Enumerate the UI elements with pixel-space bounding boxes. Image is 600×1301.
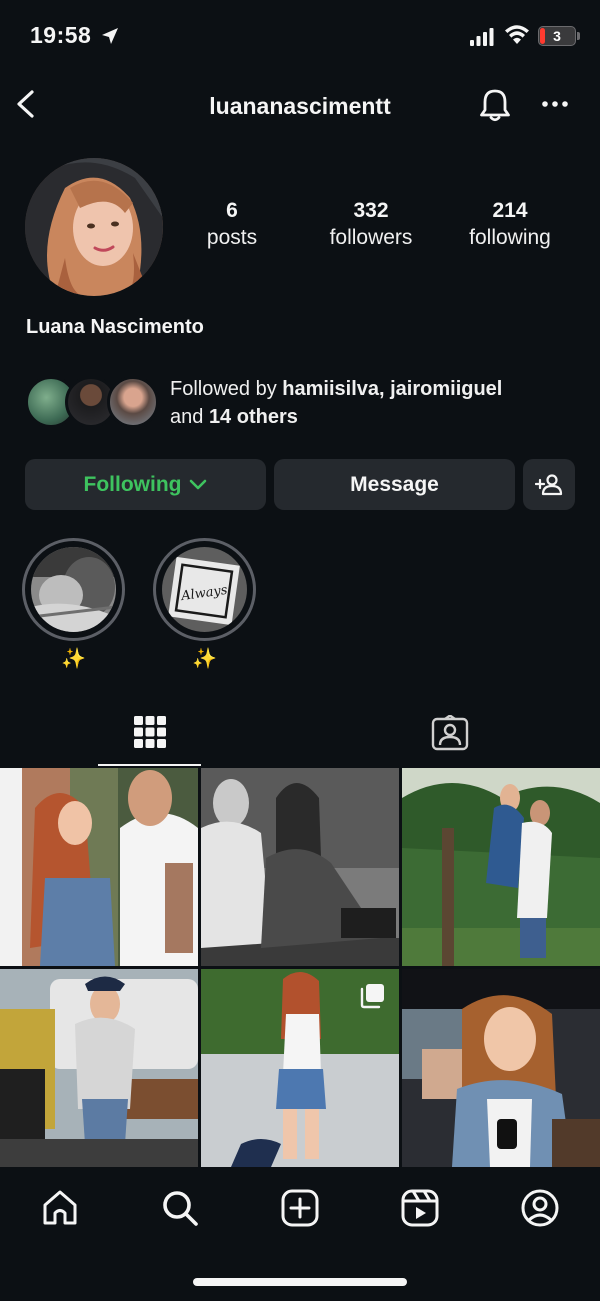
nav-create[interactable] xyxy=(278,1186,322,1230)
bell-icon[interactable] xyxy=(478,86,512,124)
followed-by-names: hamiisilva, jairomiiguel xyxy=(282,378,503,400)
tab-posts-grid[interactable] xyxy=(98,700,201,766)
signal-icon xyxy=(470,28,494,46)
highlight-2-label: ✨ xyxy=(192,648,217,670)
nav-reels[interactable] xyxy=(398,1186,442,1230)
home-icon xyxy=(43,1190,77,1225)
post-thumbnail-3[interactable] xyxy=(402,768,600,966)
wifi-icon xyxy=(505,25,529,44)
search-icon xyxy=(163,1191,198,1226)
battery-nub xyxy=(577,32,580,40)
status-bar: 19:58 3 xyxy=(0,0,600,72)
full-name: Luana Nascimento xyxy=(26,316,204,338)
battery-icon: 3 xyxy=(538,26,576,46)
chevron-down-icon xyxy=(190,479,207,489)
highlight-1-label: ✨ xyxy=(61,648,86,670)
create-icon xyxy=(281,1189,319,1227)
nav-profile[interactable] xyxy=(518,1186,562,1230)
post-thumbnail-5[interactable] xyxy=(201,969,399,1167)
tagged-icon xyxy=(431,715,469,751)
posts-grid xyxy=(0,768,600,1168)
battery-text: 3 xyxy=(553,28,561,44)
reels-icon xyxy=(401,1189,439,1227)
profile-tabs xyxy=(0,700,600,768)
stat-following[interactable]: 214 following xyxy=(450,198,570,252)
profile-icon xyxy=(521,1189,559,1227)
stat-posts[interactable]: 6 posts xyxy=(172,198,292,252)
post-thumbnail-4[interactable] xyxy=(0,969,198,1167)
avatar-photo xyxy=(25,158,163,296)
more-icon[interactable] xyxy=(540,92,570,116)
highlight-1[interactable] xyxy=(22,538,125,641)
tab-tagged[interactable] xyxy=(400,700,500,766)
followed-by-prefix: Followed by xyxy=(170,378,283,400)
add-user-icon xyxy=(535,473,563,495)
profile-avatar[interactable] xyxy=(25,158,163,296)
status-time: 19:58 xyxy=(30,22,92,48)
message-button[interactable]: Message xyxy=(274,459,515,510)
stat-followers[interactable]: 332 followers xyxy=(311,198,431,252)
highlight-2-cover: Always xyxy=(162,547,247,632)
posts-label: posts xyxy=(206,226,258,249)
home-indicator[interactable] xyxy=(193,1278,407,1286)
followed-by-text[interactable]: Followed by hamiisilva, jairomiiguel and… xyxy=(170,375,580,431)
post-thumbnail-6[interactable] xyxy=(402,969,600,1167)
following-label: following xyxy=(469,226,551,249)
nav-home[interactable] xyxy=(38,1186,82,1230)
location-arrow-icon xyxy=(102,28,118,44)
suggested-users-button[interactable] xyxy=(523,459,575,510)
followers-count: 332 xyxy=(353,199,389,222)
mutual-followers-avatars[interactable] xyxy=(25,376,160,428)
followers-label: followers xyxy=(329,226,413,249)
followed-by-middle: and xyxy=(170,406,209,428)
followed-by-others: 14 others xyxy=(208,406,298,428)
posts-count: 6 xyxy=(226,199,238,222)
post-thumbnail-1[interactable] xyxy=(0,768,198,966)
highlight-2[interactable]: Always xyxy=(153,538,256,641)
following-button-label: Following xyxy=(83,472,182,496)
mutual-avatar-3 xyxy=(107,376,159,428)
nav-search[interactable] xyxy=(158,1186,202,1230)
multiple-photos-icon xyxy=(360,984,384,1009)
message-button-label: Message xyxy=(350,472,439,496)
grid-icon xyxy=(133,716,166,748)
following-count: 214 xyxy=(492,199,528,222)
following-button[interactable]: Following xyxy=(25,459,266,510)
highlight-1-cover xyxy=(31,547,116,632)
post-thumbnail-2[interactable] xyxy=(201,768,399,966)
profile-header: luananascimentt xyxy=(0,72,600,138)
